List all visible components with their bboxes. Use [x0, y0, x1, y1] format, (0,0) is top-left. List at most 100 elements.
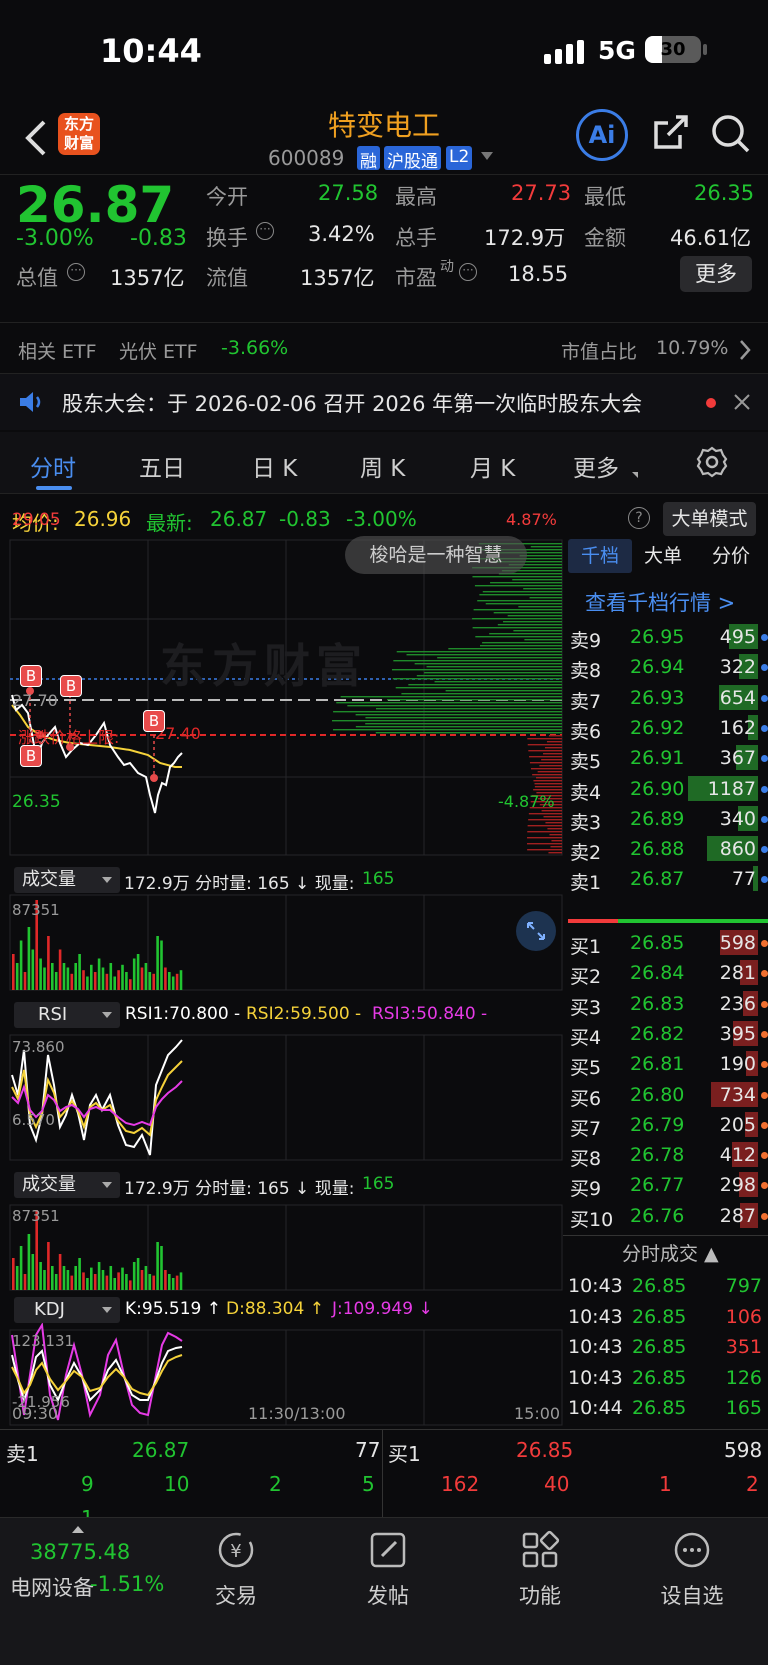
tab-monthly[interactable]: 月 K: [470, 449, 515, 483]
volume-bar: [39, 1262, 42, 1290]
volume-bar: [74, 1266, 77, 1290]
volume-bar: [144, 963, 148, 990]
more-button[interactable]: 更多: [680, 256, 752, 292]
tab-more[interactable]: 更多: [573, 449, 619, 483]
orderbook-ask-row[interactable]: 卖8 26.94 322: [568, 651, 768, 683]
orderbook-link[interactable]: 查看千档行情 >: [585, 587, 735, 617]
level1-summary: 卖1 26.87 77 买1 26.85 598 9 10 2 5 162 40…: [0, 1429, 768, 1518]
notice-text[interactable]: 股东大会：于 2026-02-06 召开 2026 年第一次临时股东大会: [62, 388, 642, 418]
depth-bar: [529, 762, 562, 764]
rsi-selector[interactable]: RSI: [14, 1002, 120, 1028]
depth-bar: [527, 849, 562, 851]
tab-intraday[interactable]: 分时: [30, 449, 76, 483]
orderbook-ask-row[interactable]: 卖4 26.90 1187: [568, 773, 768, 805]
ai-button[interactable]: Ai: [576, 109, 628, 161]
watermark: 东方财富: [160, 639, 368, 693]
index-ticker[interactable]: 38775.48 电网设备 -1.51%: [0, 1526, 164, 1606]
orderbook-bid-row[interactable]: 买3 26.83 236: [568, 988, 768, 1020]
ask-dot: [761, 634, 768, 641]
info-icon[interactable]: ···: [256, 222, 274, 240]
expand-icon[interactable]: [516, 911, 556, 951]
bid-dot: [761, 1212, 768, 1220]
volume-bar: [144, 1266, 148, 1290]
info-icon[interactable]: ···: [67, 263, 85, 281]
tab-trade[interactable]: ¥ 交易: [166, 1530, 306, 1610]
ask-volume: 860: [719, 838, 756, 861]
depth-bar: [392, 669, 562, 671]
orderbook-bid-row[interactable]: 买7 26.79 205: [568, 1109, 768, 1141]
divider: [382, 1430, 383, 1518]
volume-bar: [171, 1278, 175, 1290]
b-marker[interactable]: B: [60, 675, 82, 697]
b-marker[interactable]: B: [20, 745, 42, 767]
kdj-selector[interactable]: KDJ: [14, 1297, 120, 1323]
volume-bar: [23, 1274, 27, 1290]
depth-bar: [544, 747, 562, 749]
time-start: 09:30: [12, 1404, 59, 1423]
orderbook-bid-row[interactable]: 买4 26.82 395: [568, 1018, 768, 1050]
b-marker[interactable]: B: [143, 710, 165, 732]
volume-bar: [121, 964, 124, 990]
info-icon[interactable]: ···: [459, 263, 477, 281]
bid-price: 26.80: [630, 1083, 685, 1106]
tab-daily[interactable]: 日 K: [252, 449, 297, 483]
ticks-title[interactable]: 分时成交 ▲: [622, 1239, 719, 1266]
ask-price: 26.89: [630, 807, 685, 830]
kdj-j: J:109.949 ↓: [332, 1299, 433, 1319]
depth-bar: [523, 588, 562, 590]
volume-bar: [58, 1254, 62, 1290]
stock-header: 东方财富 特变电工 600089 融 沪股通 L2 Ai: [0, 100, 768, 175]
tab-5day[interactable]: 五日: [139, 449, 185, 483]
orderbook-ask-row[interactable]: 卖1 26.87 77: [568, 863, 768, 895]
etf-name[interactable]: 光伏 ETF: [119, 337, 198, 364]
orderbook-bid-row[interactable]: 买6 26.80 734: [568, 1079, 768, 1111]
tab-orderbook[interactable]: 千档: [568, 539, 632, 573]
volume-bar: [105, 1275, 109, 1290]
chevron-down-icon[interactable]: [481, 152, 493, 160]
volume-bar: [47, 936, 50, 990]
orderbook-bid-row[interactable]: 买1 26.85 598: [568, 927, 768, 959]
chevron-down-icon: [102, 877, 112, 883]
orderbook-bid-row[interactable]: 买9 26.77 298: [568, 1169, 768, 1201]
orderbook-ask-row[interactable]: 卖5 26.91 367: [568, 742, 768, 774]
orderbook-ask-row[interactable]: 卖9 26.95 495: [568, 621, 768, 653]
orderbook-bid-row[interactable]: 买8 26.78 412: [568, 1139, 768, 1171]
tab-bigorder[interactable]: 大单: [644, 539, 682, 573]
orderbook-bid-row[interactable]: 买2 26.84 281: [568, 957, 768, 989]
tab-functions[interactable]: 功能: [470, 1530, 610, 1610]
volume-selector[interactable]: 成交量: [14, 1172, 120, 1198]
tab-weekly[interactable]: 周 K: [360, 449, 405, 483]
etf-row[interactable]: 相关 ETF 光伏 ETF -3.66% 市值占比 10.79%: [0, 322, 768, 374]
depth-bar: [533, 780, 562, 782]
settings-icon[interactable]: [696, 446, 728, 478]
depth-bar: [513, 630, 562, 632]
orderbook-bid-row[interactable]: 买10 26.76 287: [568, 1200, 768, 1232]
notice-bar[interactable]: 股东大会：于 2026-02-06 召开 2026 年第一次临时股东大会: [0, 374, 768, 430]
search-icon[interactable]: [710, 113, 752, 155]
bid-level: 买1: [570, 936, 602, 958]
volume-bar: [51, 1266, 54, 1290]
depth-bar: [545, 822, 562, 824]
low-label: 最低: [584, 185, 626, 209]
volume-selector[interactable]: 成交量: [14, 867, 120, 893]
depth-bar: [529, 756, 562, 758]
bid-level: 买3: [570, 996, 602, 1019]
tab-post[interactable]: 发帖: [318, 1530, 458, 1610]
tab-price-dist[interactable]: 分价: [712, 539, 750, 573]
tag-margin: 融: [357, 146, 380, 172]
bid-volume: 205: [719, 1113, 756, 1136]
orderbook-ask-row[interactable]: 卖3 26.89 340: [568, 803, 768, 835]
turnover-value: 3.42%: [308, 222, 375, 246]
orderbook-ask-row[interactable]: 卖2 26.88 860: [568, 833, 768, 865]
close-icon[interactable]: [734, 394, 750, 410]
share-icon[interactable]: [650, 113, 690, 153]
b-marker[interactable]: B: [20, 665, 42, 687]
orderbook-bid-row[interactable]: 买5 26.81 190: [568, 1048, 768, 1080]
sell1-vol: 77: [355, 1438, 381, 1462]
tab-watchlist[interactable]: 设自选: [622, 1530, 762, 1610]
etf-pct: -3.66%: [221, 337, 289, 359]
chevron-right-icon[interactable]: [738, 339, 752, 361]
orderbook-ask-row[interactable]: 卖7 26.93 654: [568, 682, 768, 714]
orderbook-ask-row[interactable]: 卖6 26.92 162: [568, 712, 768, 744]
bid-volume: 298: [719, 1174, 756, 1197]
